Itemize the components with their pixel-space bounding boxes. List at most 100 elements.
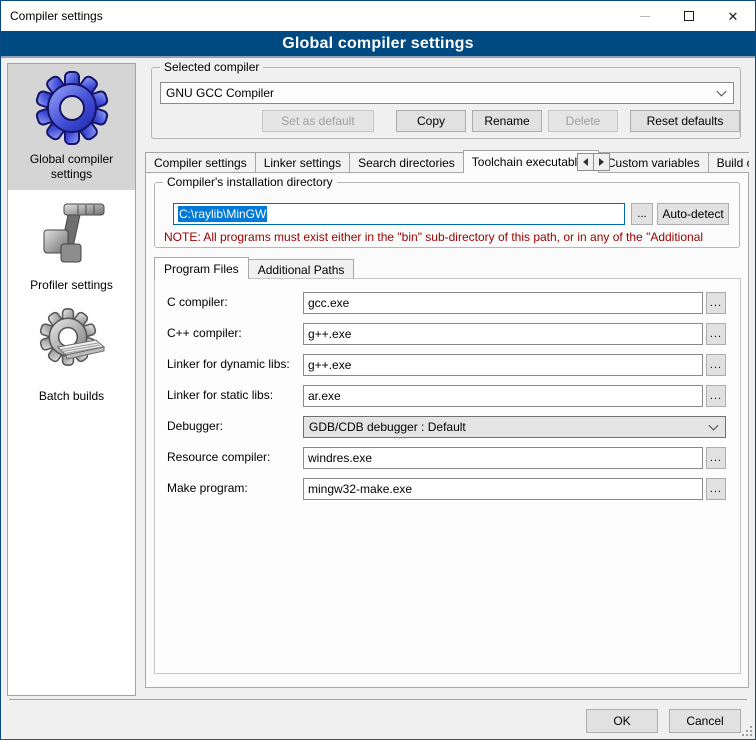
chevron-down-icon [717,87,727,97]
button-label: Rename [484,114,529,128]
field-label-linker-dynamic: Linker for dynamic libs: [167,357,290,371]
button-label: ... [710,297,722,309]
compiler-settings-dialog: Compiler settings ✕ Global compiler sett… [0,0,756,740]
resource-compiler-input[interactable]: windres.exe [303,447,703,469]
tab-label: Linker settings [264,156,341,170]
toolchain-executables-page: Compiler's installation directory C:\ray… [145,172,749,688]
set-as-default-button[interactable]: Set as default [262,110,374,132]
button-label: ... [710,390,722,402]
compiler-select[interactable]: GNU GCC Compiler [160,82,734,104]
subtab-additional-paths[interactable]: Additional Paths [248,259,355,279]
debugger-select[interactable]: GDB/CDB debugger : Default [303,416,726,438]
cpp-compiler-input[interactable]: g++.exe [303,323,703,345]
installation-directory-group: Compiler's installation directory C:\ray… [154,182,740,248]
tab-label: Compiler settings [154,156,247,170]
reset-defaults-button[interactable]: Reset defaults [630,110,740,132]
tab-build-options[interactable]: Build options [708,152,749,173]
group-label: Compiler's installation directory [163,175,337,189]
button-label: Auto-detect [662,207,723,221]
installation-directory-input[interactable]: C:\raylib\MinGW [173,203,625,225]
subtab-label: Additional Paths [258,263,345,277]
sidebar-item-label: Profiler settings [30,278,113,293]
chevron-down-icon [709,421,719,431]
button-label: ... [710,452,722,464]
installation-directory-value: C:\raylib\MinGW [178,206,267,222]
field-value: windres.exe [308,451,372,465]
field-label-resource-compiler: Resource compiler: [167,450,270,464]
button-label: ... [710,359,722,371]
tab-scroll-right-button[interactable] [593,153,610,171]
field-value: ar.exe [308,389,341,403]
gear-stack-icon [34,307,110,383]
field-value: mingw32-make.exe [308,482,412,496]
sidebar-item-label: Batch builds [39,389,104,404]
minimize-button[interactable] [623,1,667,31]
resize-grip[interactable] [742,726,752,736]
button-label: Set as default [281,114,354,128]
field-value: g++.exe [308,327,351,341]
arrow-right-icon [599,158,604,166]
linker-static-input[interactable]: ar.exe [303,385,703,407]
subtab-program-files[interactable]: Program Files [154,257,249,279]
linker-dynamic-input[interactable]: g++.exe [303,354,703,376]
footer-divider [9,699,747,700]
sidebar-item-profiler-settings[interactable]: Profiler settings [8,190,135,301]
window-title: Compiler settings [1,9,103,23]
blue-gear-icon [34,70,110,146]
arrow-left-icon [583,158,588,166]
copy-button[interactable]: Copy [396,110,466,132]
cpp-compiler-browse-button[interactable]: ... [706,323,726,345]
button-label: Copy [417,114,445,128]
banner-title: Global compiler settings [282,35,474,53]
resource-compiler-browse-button[interactable]: ... [706,447,726,469]
linker-dynamic-browse-button[interactable]: ... [706,354,726,376]
make-program-browse-button[interactable]: ... [706,478,726,500]
button-label: Cancel [686,714,723,728]
make-program-input[interactable]: mingw32-make.exe [303,478,703,500]
tab-label: Build options [717,156,749,170]
tab-search-directories[interactable]: Search directories [349,152,464,173]
tab-label: Toolchain executables [472,155,590,169]
browse-directory-button[interactable]: ... [631,203,653,225]
titlebar: Compiler settings ✕ [1,1,755,31]
sidebar-item-batch-builds[interactable]: Batch builds [8,301,135,412]
minimize-icon [640,16,650,17]
debugger-select-value: GDB/CDB debugger : Default [309,420,466,434]
tab-label: Search directories [358,156,455,170]
tab-scroll-arrows [578,153,610,171]
delete-button[interactable]: Delete [548,110,618,132]
close-button[interactable]: ✕ [711,1,755,31]
dialog-banner: Global compiler settings [1,31,755,58]
selected-compiler-group: Selected compiler GNU GCC Compiler Set a… [151,67,741,139]
linker-static-browse-button[interactable]: ... [706,385,726,407]
rename-button[interactable]: Rename [472,110,542,132]
button-label: Reset defaults [647,114,724,128]
c-compiler-browse-button[interactable]: ... [706,292,726,314]
c-compiler-input[interactable]: gcc.exe [303,292,703,314]
button-label: ... [710,328,722,340]
field-value: gcc.exe [308,296,349,310]
tab-scroll-left-button[interactable] [577,153,594,171]
maximize-button[interactable] [667,1,711,31]
caliper-icon [34,196,110,272]
subtab-label: Program Files [164,262,239,276]
program-files-page: C compiler: gcc.exe ... C++ compiler: g+… [154,278,741,674]
sidebar-item-global-compiler-settings[interactable]: Global compiler settings [8,64,135,190]
button-label: OK [613,714,630,728]
tab-compiler-settings[interactable]: Compiler settings [145,152,256,173]
settings-category-list: Global compiler settings Profiler settin… [7,63,136,696]
button-label: Delete [566,114,601,128]
ok-button[interactable]: OK [586,709,658,733]
field-value: g++.exe [308,358,351,372]
group-label: Selected compiler [160,60,263,74]
tab-label: Custom variables [607,156,700,170]
tab-custom-variables[interactable]: Custom variables [598,152,709,173]
field-label-debugger: Debugger: [167,419,223,433]
tab-linker-settings[interactable]: Linker settings [255,152,350,173]
cancel-button[interactable]: Cancel [669,709,741,733]
settings-tabstrip: Compiler settings Linker settings Search… [145,150,749,173]
auto-detect-button[interactable]: Auto-detect [657,203,729,225]
button-label: ... [710,483,722,495]
field-label-c-compiler: C compiler: [167,295,228,309]
close-icon: ✕ [728,10,739,23]
